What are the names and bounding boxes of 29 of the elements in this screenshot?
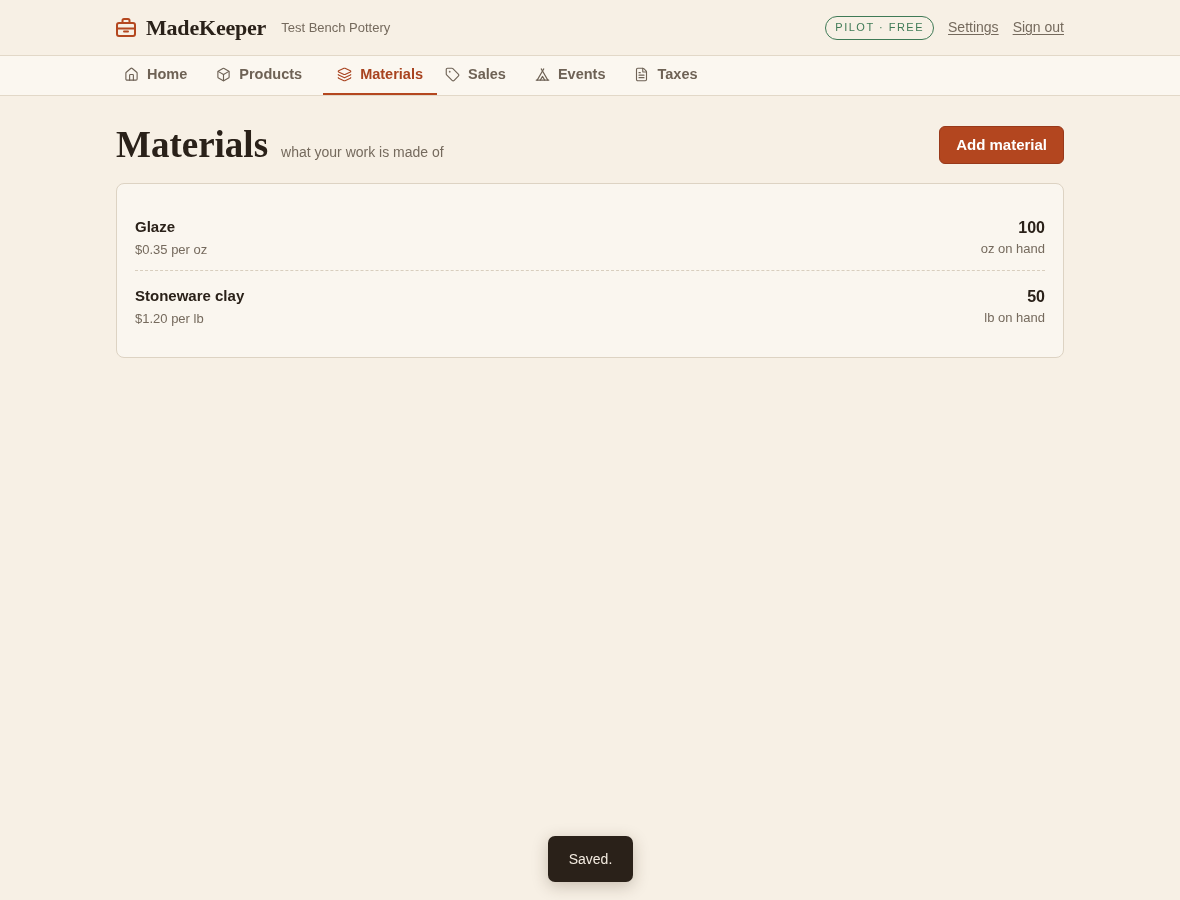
material-cost: $1.20 per lb — [135, 311, 205, 327]
nav-tab[interactable]: Home — [116, 56, 196, 95]
tag-icon — [445, 67, 460, 82]
quantity-value: 100 — [1018, 218, 1045, 238]
toast-message: Saved. — [548, 836, 633, 882]
quantity-label: lb on hand — [984, 310, 1045, 326]
layers-icon — [337, 67, 353, 82]
header-link[interactable]: Sign out — [1012, 17, 1064, 38]
material-name: Glaze — [135, 217, 177, 237]
nav-tab[interactable]: Sales — [437, 56, 514, 95]
cube-icon — [216, 67, 232, 82]
document-icon — [634, 67, 650, 82]
nav-tab[interactable]: Taxes — [626, 56, 706, 95]
nav-tab[interactable]: Events — [526, 56, 614, 95]
house-icon — [124, 67, 139, 82]
page-subtitle: what your work is made of — [281, 143, 444, 162]
quantity-label: oz on hand — [980, 241, 1045, 257]
nav-tab[interactable]: Products — [208, 56, 311, 95]
add-material-button[interactable]: Add material — [939, 126, 1064, 164]
nav-tab[interactable]: Materials — [323, 56, 437, 95]
header-link[interactable]: Settings — [948, 17, 999, 38]
page-title: Materials — [116, 123, 269, 167]
material-cost: $0.35 per oz — [135, 242, 208, 258]
toolbox-icon — [116, 18, 136, 37]
quantity-value: 50 — [1027, 287, 1045, 307]
tent-icon — [534, 67, 550, 82]
material-name: Stoneware clay — [135, 286, 245, 306]
brand-name: MadeKeeper — [146, 14, 267, 42]
workspace-name: Test Bench Pottery — [281, 18, 391, 37]
